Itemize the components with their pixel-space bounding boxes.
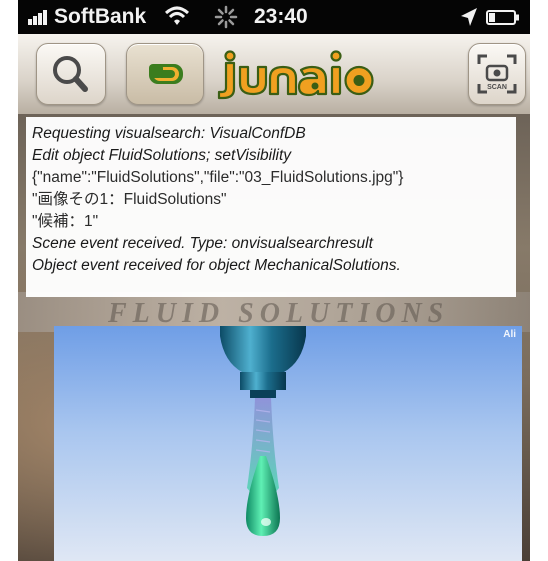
- battery-icon: [486, 10, 519, 25]
- location-arrow-icon: [461, 8, 477, 26]
- search-icon: [53, 56, 88, 92]
- activity-spinner-icon: [214, 5, 238, 29]
- status-bar: SoftBank 23:40: [18, 0, 530, 34]
- phone-screen: SoftBank 23:40 SCAN FLUID SOLUTIONS Requ…: [18, 0, 530, 561]
- log-line: "候補：1": [32, 213, 99, 230]
- debug-log-panel: Requesting visualsearch: VisualConfDB Ed…: [26, 117, 516, 297]
- scan-label: SCAN: [487, 84, 507, 91]
- log-line: Object event received for object Mechani…: [32, 257, 401, 274]
- junaio-channel-icon: [149, 64, 183, 84]
- junaio-channel-button[interactable]: [126, 43, 204, 105]
- search-button[interactable]: [36, 43, 106, 105]
- render-tag: Ali: [503, 329, 516, 340]
- log-line: "画像その1：FluidSolutions": [32, 191, 227, 208]
- junaio-logo: [217, 50, 374, 100]
- log-line: Requesting visualsearch: VisualConfDB: [32, 125, 306, 142]
- carrier-name: SoftBank: [54, 5, 147, 28]
- log-line: Edit object FluidSolutions; setVisibilit…: [32, 147, 292, 164]
- scan-icon: SCAN: [477, 54, 517, 94]
- ar-render-view: Ali: [54, 326, 522, 561]
- signal-bars-icon: [28, 9, 52, 25]
- log-line: Scene event received. Type: onvisualsear…: [32, 235, 373, 252]
- wifi-icon: [164, 6, 190, 25]
- scan-button[interactable]: SCAN: [468, 43, 526, 105]
- clock: 23:40: [254, 5, 308, 28]
- log-line: {"name":"FluidSolutions","file":"03_Flui…: [32, 169, 404, 186]
- nozzle-drop-illustration: [220, 326, 306, 536]
- scene-poster-text: FLUID SOLUTIONS: [108, 298, 450, 328]
- toolbar: SCAN: [18, 34, 530, 115]
